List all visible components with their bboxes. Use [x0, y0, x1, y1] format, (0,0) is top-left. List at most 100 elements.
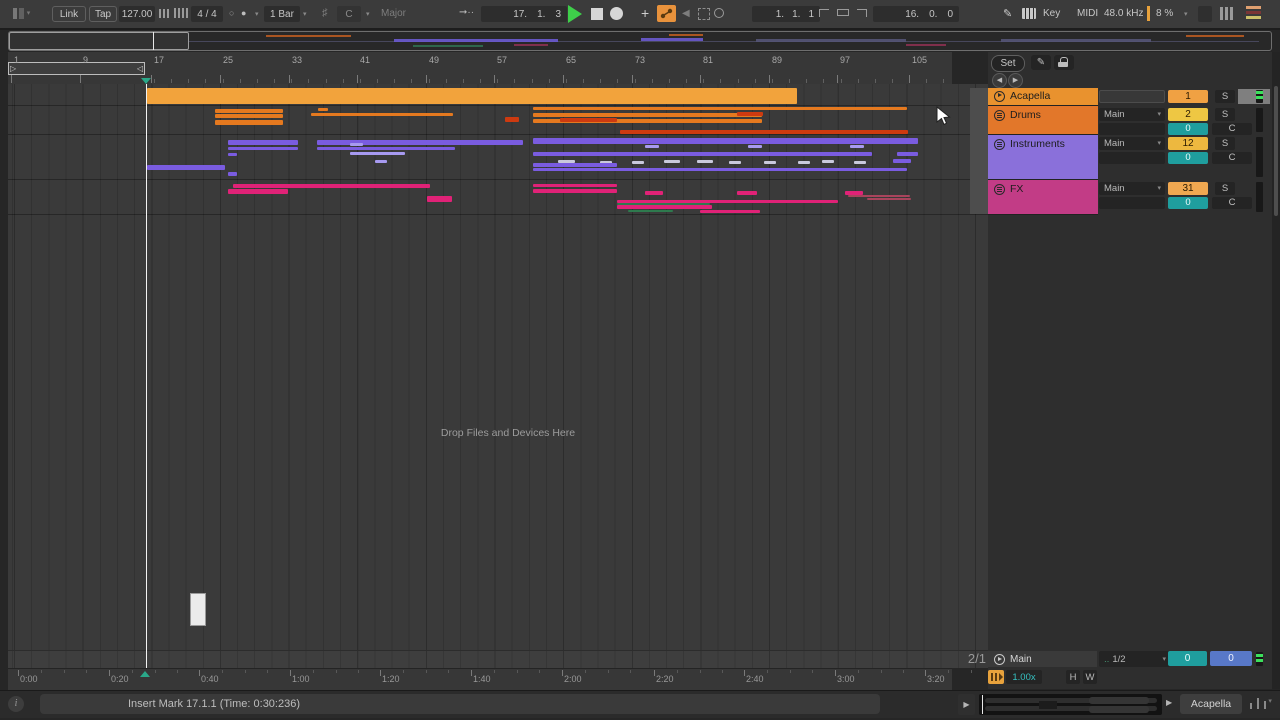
arrangement-overview[interactable]	[8, 31, 1272, 51]
track-header-fx[interactable]: FX	[988, 180, 1098, 215]
computer-midi-keyboard-icon[interactable]	[1022, 8, 1036, 19]
half-speed-button[interactable]: H	[1066, 670, 1080, 684]
track-volume-field[interactable]: 0	[1168, 152, 1208, 164]
midi-note-segment[interactable]	[533, 184, 617, 187]
track-activator-button[interactable]: 1	[1168, 90, 1208, 103]
info-icon[interactable]: i	[8, 696, 24, 712]
track-pan-field[interactable]: C	[1212, 123, 1252, 135]
next-marker-button[interactable]: ▶	[1008, 73, 1023, 88]
overview-view-window[interactable]	[9, 32, 189, 50]
midi-note-segment[interactable]	[147, 165, 225, 170]
loop-brace-end-icon[interactable]: ◁	[137, 64, 143, 73]
midi-note-segment[interactable]	[737, 191, 757, 195]
track-activator-button[interactable]: 31	[1168, 182, 1208, 195]
link-button[interactable]: Link	[52, 6, 86, 22]
track-pan-field[interactable]: C	[1212, 152, 1252, 164]
automation-arm-button[interactable]	[657, 5, 676, 22]
midi-note-segment[interactable]	[854, 161, 866, 164]
midi-note-segment[interactable]	[729, 161, 741, 164]
beat-time-ruler[interactable]: ▷ ◁ 1 9 17 25 33 41 49 57 65 73 81 89 97 105	[8, 52, 952, 84]
double-speed-button[interactable]: W	[1083, 670, 1097, 684]
track-header-drums[interactable]: Drums	[988, 106, 1098, 135]
midi-note-segment[interactable]	[697, 160, 713, 163]
cpu-menu-caret-icon[interactable]: ▾	[1184, 10, 1188, 18]
main-quantize-menu[interactable]: ‥ 1/2 ▾	[1099, 651, 1170, 667]
track-solo-button[interactable]: S	[1215, 182, 1235, 195]
main-play-icon[interactable]	[994, 653, 1005, 665]
midi-note-segment[interactable]	[233, 184, 430, 188]
dragged-clip-ghost[interactable]	[190, 593, 206, 626]
arrangement-canvas[interactable]: Drop Files and Devices Here	[8, 84, 988, 668]
midi-note-segment[interactable]	[645, 145, 659, 148]
midi-note-segment[interactable]	[318, 108, 328, 111]
metronome-icon[interactable]	[174, 8, 190, 19]
playback-speed-field[interactable]: 1.00x	[1006, 670, 1042, 684]
midi-note-segment[interactable]	[798, 161, 810, 164]
midi-note-segment[interactable]	[228, 189, 288, 194]
menu-hamburger-icon[interactable]	[1246, 6, 1261, 19]
main-track-lane[interactable]	[8, 651, 970, 668]
metronome-count-icon[interactable]	[159, 8, 171, 19]
track-routing-sub-box[interactable]	[1099, 197, 1165, 209]
quantize-menu[interactable]: 1 Bar	[264, 6, 300, 22]
track-fold-icon[interactable]	[994, 109, 1005, 121]
midi-note-segment[interactable]	[228, 172, 237, 176]
loop-brace-start-icon[interactable]: ▷	[10, 64, 16, 73]
midi-note-segment[interactable]	[215, 109, 283, 113]
track-solo-button[interactable]: S	[1215, 90, 1235, 103]
key-map-toggle[interactable]: Key	[1043, 8, 1060, 19]
track-fold-icon[interactable]	[994, 183, 1005, 195]
track-routing-menu[interactable]: Main ▾	[1099, 182, 1165, 195]
control-surface-icon[interactable]: ▾	[13, 8, 30, 22]
back-to-arrangement-icon[interactable]: ◀	[682, 8, 690, 19]
midi-note-segment[interactable]	[317, 147, 455, 150]
draw-selection-icon[interactable]	[698, 8, 710, 20]
set-button[interactable]: Set	[991, 55, 1025, 72]
track-fold-icon[interactable]	[994, 138, 1005, 150]
midi-note-segment[interactable]	[664, 160, 680, 163]
loop-switch-icon[interactable]	[837, 9, 849, 16]
time-ruler[interactable]: 0:00 0:20 0:40 1:00 1:20 1:40 2:00 2:20 2:40 3:00…	[8, 668, 995, 690]
punch-out-icon[interactable]	[857, 9, 867, 17]
preview-waveform[interactable]	[979, 694, 1162, 715]
midi-note-segment[interactable]	[632, 161, 644, 164]
midi-note-segment[interactable]	[228, 153, 237, 156]
quantize-caret-icon[interactable]: ▾	[303, 10, 307, 18]
nudge-up-icon[interactable]: ●	[241, 8, 246, 18]
midi-note-segment[interactable]	[712, 140, 738, 144]
midi-map-toggle[interactable]: MIDI	[1077, 8, 1098, 19]
track-header-acapella[interactable]: Acapella	[988, 88, 1098, 106]
time-signature-field[interactable]: 4 / 4	[191, 6, 223, 22]
midi-note-segment[interactable]	[228, 147, 298, 150]
track-volume-field[interactable]: 0	[1168, 197, 1208, 209]
draw-mode-icon[interactable]: ✎	[1003, 7, 1012, 20]
midi-note-segment[interactable]	[533, 152, 872, 156]
midi-note-segment[interactable]	[737, 112, 763, 116]
pencil-automation-icon[interactable]: ✎	[1031, 55, 1051, 70]
midi-note-segment[interactable]	[533, 168, 907, 171]
track-volume-field[interactable]: 0	[1168, 123, 1208, 135]
midi-note-segment[interactable]	[850, 145, 864, 148]
midi-note-segment[interactable]	[215, 120, 283, 125]
scale-name-field[interactable]: Major	[381, 8, 406, 19]
track-activator-button[interactable]: 12	[1168, 137, 1208, 150]
track-header-instruments[interactable]: Instruments	[988, 135, 1098, 180]
track-resize-strip[interactable]	[970, 88, 988, 214]
track-pan-field[interactable]: C	[1212, 197, 1252, 209]
play-button[interactable]	[568, 5, 582, 23]
main-pan-field[interactable]: 0	[1210, 651, 1252, 666]
track-routing-sub-box[interactable]	[1099, 152, 1165, 164]
midi-note-segment[interactable]	[317, 140, 523, 145]
loop-length-display[interactable]: 16. 0. 0	[873, 6, 959, 22]
prev-marker-button[interactable]: ◀	[992, 73, 1007, 88]
track-activator-button[interactable]: 2	[1168, 108, 1208, 121]
midi-note-segment[interactable]	[427, 196, 452, 202]
track-play-icon[interactable]	[994, 90, 1005, 102]
midi-note-segment[interactable]	[617, 205, 712, 209]
re-enable-automation-icon[interactable]	[714, 8, 724, 18]
loop-start-display[interactable]: 1. 1. 1	[752, 6, 820, 22]
insert-marker-bottom-icon[interactable]	[140, 671, 150, 677]
tap-tempo-button[interactable]: Tap	[89, 6, 117, 22]
track-solo-button[interactable]: S	[1215, 108, 1235, 121]
midi-note-segment[interactable]	[700, 210, 760, 213]
